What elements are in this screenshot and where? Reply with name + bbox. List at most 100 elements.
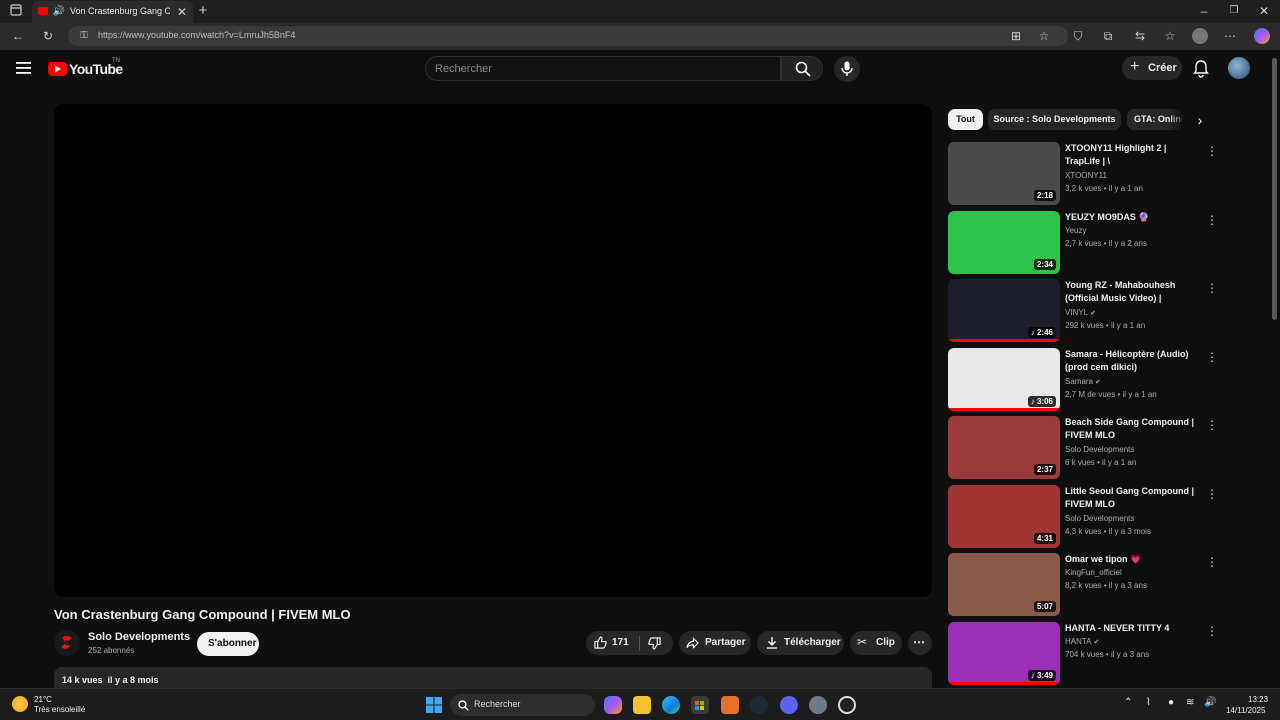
more-vertical-icon[interactable]: ⋮ (1206, 213, 1218, 227)
video-thumbnail[interactable]: 2:37 (948, 416, 1060, 479)
steam-icon[interactable] (750, 696, 768, 714)
voice-search-button[interactable] (834, 56, 860, 82)
more-options-icon[interactable]: ⋯ (1222, 28, 1238, 44)
recommendation-channel[interactable]: Solo Developments (1065, 514, 1134, 523)
recommendation-item[interactable]: 5:07 Omar we tipon 💗 KingFun_officiel 8,2 k… (948, 553, 1223, 617)
copilot-icon[interactable] (1254, 28, 1270, 44)
favorite-star-icon[interactable]: ☆ (1036, 28, 1052, 44)
video-thumbnail[interactable]: ♪ 2:46 (948, 279, 1060, 342)
close-tab-icon[interactable]: ✕ (174, 4, 190, 20)
maximize-icon[interactable]: ❐ (1226, 3, 1242, 19)
more-actions-button[interactable]: ⋯ (908, 631, 932, 655)
extensions-icon[interactable]: ⧉ (1100, 28, 1116, 44)
recommendation-title[interactable]: Little Seoul Gang Compound | FIVEM MLO (1065, 485, 1200, 511)
tray-wifi-icon[interactable]: ≋ (1186, 697, 1194, 708)
chevron-right-icon[interactable]: › (1192, 112, 1208, 128)
user-avatar[interactable] (1228, 57, 1250, 79)
recommendation-channel[interactable]: KingFun_officiel (1065, 568, 1122, 577)
recommendation-title[interactable]: Young RZ - Mahabouhesh (Official Music V… (1065, 279, 1200, 306)
video-thumbnail[interactable]: 2:34 (948, 211, 1060, 274)
recommendation-item[interactable]: ♪ 3:49 HANTA - NEVER TITTY 4 HANTA ✔ 704 k … (948, 622, 1223, 686)
shield-icon[interactable]: ⛉ (1070, 28, 1086, 44)
recommendation-channel[interactable]: Yeuzy (1065, 226, 1087, 235)
edge-browser-icon[interactable] (662, 696, 680, 714)
channel-avatar[interactable] (54, 630, 80, 656)
tray-network-off-icon[interactable]: ⌇ (1146, 697, 1151, 708)
more-vertical-icon[interactable]: ⋮ (1206, 281, 1218, 295)
recommendation-channel[interactable]: XTOONY11 (1065, 171, 1107, 180)
more-vertical-icon[interactable]: ⋮ (1206, 555, 1218, 569)
like-button[interactable]: 171 (586, 631, 638, 655)
recommendation-item[interactable]: 4:31 Little Seoul Gang Compound | FIVEM M… (948, 485, 1223, 549)
recommendation-channel[interactable]: Samara ✔ (1065, 377, 1101, 386)
recommendation-item[interactable]: 2:34 YEUZY MO9DAS 🔮 Yeuzy 2,7 k vues • il y… (948, 211, 1223, 275)
file-explorer-icon[interactable] (633, 696, 651, 714)
subscribe-button[interactable]: S'abonner (197, 632, 259, 656)
close-window-icon[interactable]: ✕ (1256, 3, 1272, 19)
download-button[interactable]: Télécharger (757, 631, 844, 655)
search-button[interactable] (781, 56, 823, 81)
recommendation-title[interactable]: YEUZY MO9DAS 🔮 (1065, 211, 1200, 224)
video-thumbnail[interactable]: 4:31 (948, 485, 1060, 548)
more-vertical-icon[interactable]: ⋮ (1206, 487, 1218, 501)
chip-source[interactable]: Source : Solo Developments (988, 109, 1121, 130)
tray-microphone-icon[interactable]: ● (1168, 697, 1174, 708)
new-tab-icon[interactable]: + (195, 3, 211, 19)
recommendation-title[interactable]: XTOONY11 Highlight 2 | TrapLife | \ (1065, 142, 1200, 168)
video-player[interactable] (54, 104, 932, 597)
create-button[interactable]: + Créer (1122, 56, 1182, 80)
power-app-icon[interactable] (838, 696, 856, 714)
video-thumbnail[interactable]: ♪ 3:49 (948, 622, 1060, 685)
browser-tab-active[interactable]: 🔊 Von Crastenburg Gang Comp ✕ (32, 1, 193, 23)
recommendation-title[interactable]: HANTA - NEVER TITTY 4 (1065, 622, 1200, 635)
video-thumbnail[interactable]: 5:07 (948, 553, 1060, 616)
tray-volume-icon[interactable]: 🔊 (1204, 697, 1216, 708)
windows-start-icon[interactable] (425, 696, 443, 714)
tab-actions-icon[interactable] (8, 4, 24, 20)
copilot-taskbar-icon[interactable] (604, 696, 622, 714)
refresh-icon[interactable]: ↻ (40, 28, 56, 44)
recommendation-channel[interactable]: Solo Developments (1065, 445, 1134, 454)
video-thumbnail[interactable]: ♪ 3:06 (948, 348, 1060, 411)
more-vertical-icon[interactable]: ⋮ (1206, 418, 1218, 432)
clock-time[interactable]: 13:23 (1248, 695, 1268, 704)
site-info-icon[interactable]: ⚿ (76, 28, 92, 44)
notifications-bell-icon[interactable] (1193, 60, 1209, 78)
recommendation-item[interactable]: 2:18 XTOONY11 Highlight 2 | TrapLife | \ X… (948, 142, 1223, 206)
favorites-icon[interactable]: ☆ (1162, 28, 1178, 44)
recommendation-channel[interactable]: HANTA ✔ (1065, 637, 1099, 646)
weather-desc[interactable]: Très ensoleillé (34, 705, 85, 714)
search-input[interactable]: Rechercher (425, 56, 781, 81)
tray-chevron-up-icon[interactable]: ⌃ (1124, 697, 1132, 708)
clock-date[interactable]: 14/11/2025 (1226, 706, 1265, 715)
recommendation-title[interactable]: Samara - Hélicoptère (Audio) (prod cem d… (1065, 348, 1200, 374)
back-icon[interactable]: ← (10, 28, 26, 44)
recommendation-item[interactable]: ♪ 2:46 Young RZ - Mahabouhesh (Official M… (948, 279, 1223, 343)
profile-avatar-icon[interactable] (1192, 28, 1208, 44)
app-available-icon[interactable]: ⊞ (1008, 28, 1024, 44)
recommendation-channel[interactable]: VINYL ✔ (1065, 308, 1096, 317)
weather-temp[interactable]: 21°C (34, 695, 52, 704)
apex-app-icon[interactable] (721, 696, 739, 714)
video-thumbnail[interactable]: 2:18 (948, 142, 1060, 205)
split-screen-icon[interactable]: ⇆ (1132, 28, 1148, 44)
taskbar-search[interactable]: Rechercher (450, 694, 595, 716)
more-vertical-icon[interactable]: ⋮ (1206, 624, 1218, 638)
sun-weather-icon[interactable] (12, 696, 28, 712)
menu-hamburger-icon[interactable] (16, 61, 32, 75)
youtube-logo[interactable]: YouTube TN (48, 58, 138, 80)
discord-icon[interactable] (780, 696, 798, 714)
more-vertical-icon[interactable]: ⋮ (1206, 144, 1218, 158)
recommendation-title[interactable]: Beach Side Gang Compound | FIVEM MLO (1065, 416, 1200, 442)
dislike-button[interactable] (642, 631, 673, 655)
speaker-icon[interactable]: 🔊 (52, 4, 66, 18)
address-bar[interactable]: ⚿ https://www.youtube.com/watch?v=LmruJh… (68, 26, 1068, 46)
settings-gear-icon[interactable] (809, 696, 827, 714)
chip-all[interactable]: Tout (948, 109, 983, 130)
store-icon[interactable] (691, 696, 709, 714)
recommendation-item[interactable]: ♪ 3:06 Samara - Hélicoptère (Audio) (prod… (948, 348, 1223, 412)
minimize-icon[interactable]: – (1196, 3, 1212, 19)
page-scrollbar[interactable] (1272, 58, 1277, 320)
more-vertical-icon[interactable]: ⋮ (1206, 350, 1218, 364)
channel-name[interactable]: Solo Developments (88, 631, 190, 643)
